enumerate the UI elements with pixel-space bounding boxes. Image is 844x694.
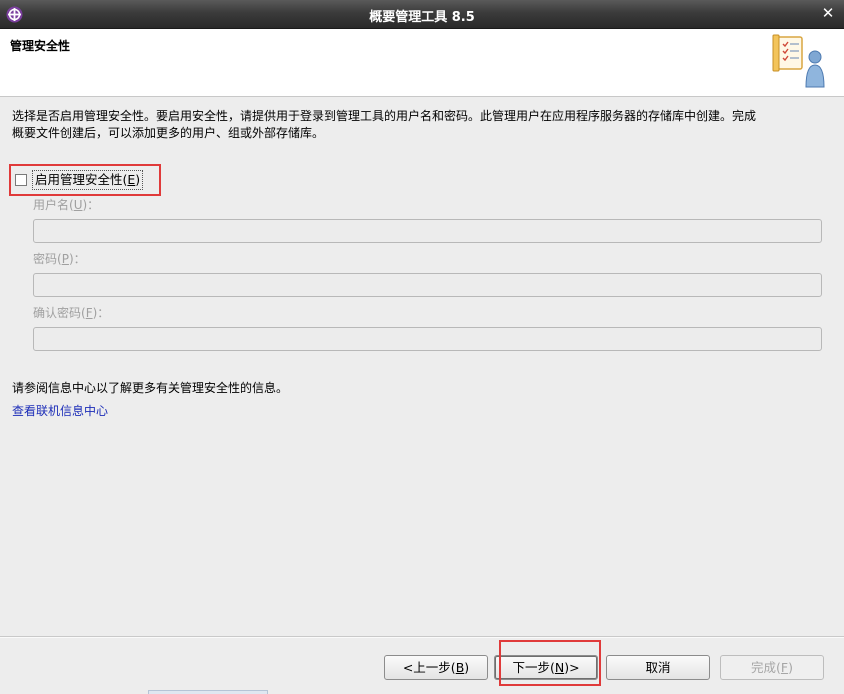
footer-divider-highlight	[0, 637, 844, 638]
back-button-label-end: )	[464, 660, 470, 675]
confirm-password-field[interactable]	[33, 327, 822, 351]
enable-security-label-text: 启用管理安全性(	[35, 172, 128, 187]
enable-security-checkbox[interactable]	[15, 174, 27, 186]
back-button-label: <上一步(	[402, 660, 456, 675]
password-label-text: 密码(	[33, 252, 62, 266]
description-text: 选择是否启用管理安全性。要启用安全性，请提供用于登录到管理工具的用户名和密码。此…	[12, 108, 830, 142]
taskbar-item[interactable]	[148, 690, 268, 694]
confirm-password-label-end: )：	[92, 306, 110, 320]
finish-button-mnemonic: F	[780, 660, 789, 675]
back-button[interactable]: <上一步(B)	[384, 655, 488, 680]
password-field[interactable]	[33, 273, 822, 297]
info-text: 请参阅信息中心以了解更多有关管理安全性的信息。	[12, 381, 289, 395]
page-title: 管理安全性	[10, 39, 71, 53]
confirm-password-label: 确认密码(F)：	[33, 304, 109, 321]
cancel-button[interactable]: 取消	[606, 655, 710, 680]
enable-security-label-end: )	[135, 172, 141, 187]
confirm-password-label-text: 确认密码(	[33, 306, 86, 320]
window-title: 概要管理工具 8.5	[369, 10, 475, 25]
password-label-end: )：	[68, 252, 86, 266]
password-label: 密码(P)：	[33, 250, 86, 267]
username-field[interactable]	[33, 219, 822, 243]
next-button-label-end: )>	[564, 660, 580, 675]
next-button-label: 下一步(	[512, 660, 555, 675]
username-label: 用户名(U)：	[33, 196, 99, 213]
infocenter-link[interactable]: 查看联机信息中心	[12, 402, 108, 419]
window-titlebar: 概要管理工具 8.5 ✕	[0, 0, 844, 29]
checklist-user-icon	[772, 34, 825, 88]
description-line-1: 选择是否启用管理安全性。要启用安全性，请提供用于登录到管理工具的用户名和密码。此…	[12, 109, 757, 123]
finish-button[interactable]: 完成(F)	[720, 655, 824, 680]
next-button[interactable]: 下一步(N)>	[494, 655, 598, 680]
finish-button-label: 完成(	[751, 660, 781, 675]
username-label-end: )：	[82, 198, 100, 212]
finish-button-label-end: )	[788, 660, 793, 675]
description-line-2: 概要文件创建后，可以添加更多的用户、组或外部存储库。	[12, 126, 325, 140]
enable-security-label[interactable]: 启用管理安全性(E)	[32, 170, 144, 190]
close-icon[interactable]: ✕	[820, 5, 836, 21]
password-mnemonic: P	[61, 252, 69, 266]
next-button-mnemonic: N	[554, 660, 565, 675]
confirm-password-mnemonic: F	[85, 306, 93, 320]
username-label-text: 用户名(	[33, 198, 74, 212]
wizard-banner: 管理安全性	[0, 29, 844, 97]
back-button-mnemonic: B	[455, 660, 465, 675]
